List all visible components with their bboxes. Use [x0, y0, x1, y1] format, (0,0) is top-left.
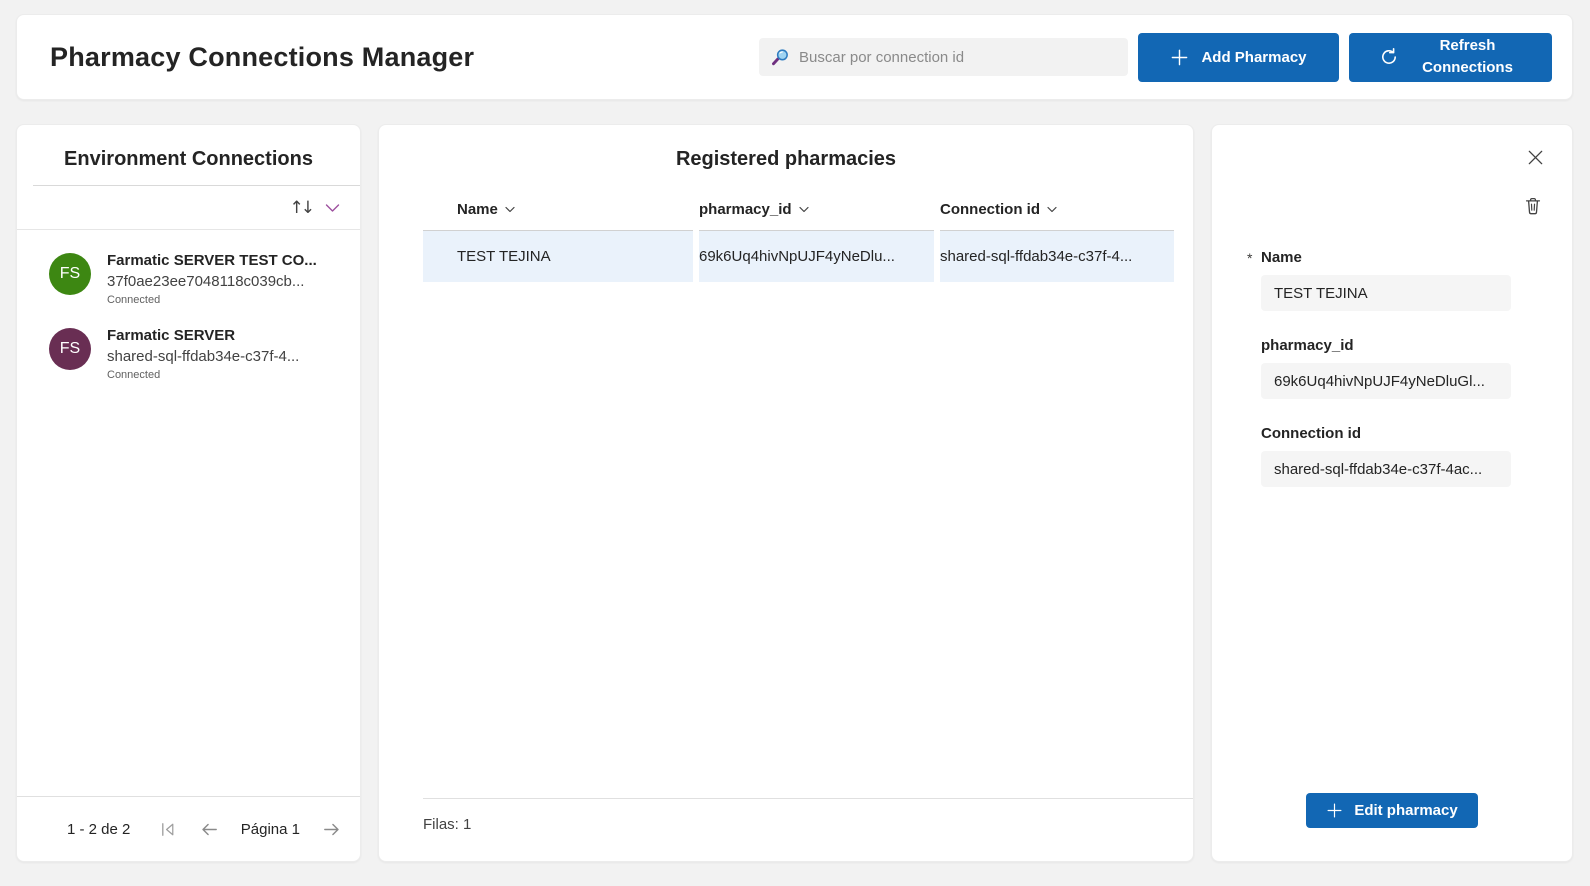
- page: Pharmacy Connections Manager Buscar por …: [0, 0, 1590, 886]
- cell-name[interactable]: TEST TEJINA: [423, 231, 693, 282]
- close-panel-button[interactable]: [1524, 146, 1547, 169]
- cell-connection-id[interactable]: shared-sql-ffdab34e-c37f-4...: [940, 231, 1174, 282]
- previous-page-button[interactable]: [197, 817, 222, 842]
- avatar: FS: [49, 328, 91, 370]
- table-row-selected[interactable]: TEST TEJINA 69k6Uq4hivNpUJF4yNeDlu... sh…: [423, 231, 1174, 282]
- close-icon: [1528, 150, 1543, 165]
- edit-pharmacy-label: Edit pharmacy: [1354, 802, 1458, 819]
- header-card: Pharmacy Connections Manager Buscar por …: [16, 14, 1573, 100]
- column-label: Connection id: [940, 200, 1040, 218]
- connection-id-field-label: Connection id: [1261, 425, 1361, 442]
- pharmacy-form: * Name pharmacy_id Connection id: [1212, 249, 1572, 487]
- column-header-pharmacy-id[interactable]: pharmacy_id: [699, 188, 934, 231]
- next-page-button[interactable]: [319, 817, 344, 842]
- connection-status: Connected: [107, 294, 161, 306]
- connections-list: FS Farmatic SERVER TEST CO... 37f0ae23ee…: [17, 230, 360, 392]
- table-header-row: Name pharmacy_id Connection id: [423, 188, 1174, 231]
- edit-pharmacy-button[interactable]: Edit pharmacy: [1306, 793, 1478, 828]
- connection-id-field[interactable]: [1261, 451, 1511, 487]
- required-marker: *: [1247, 250, 1253, 266]
- add-pharmacy-label: Add Pharmacy: [1201, 48, 1307, 66]
- connection-list-item[interactable]: FS Farmatic SERVER TEST CO... 37f0ae23ee…: [17, 242, 360, 317]
- search-input[interactable]: [799, 48, 1116, 66]
- cell-pharmacy-id[interactable]: 69k6Uq4hivNpUJF4yNeDlu...: [699, 231, 934, 282]
- refresh-connections-label: Refresh Connections: [1422, 37, 1513, 76]
- connection-id: 37f0ae23ee7048118c039cb...: [107, 273, 305, 290]
- registered-pharmacies-title: Registered pharmacies: [675, 148, 897, 170]
- sort-button[interactable]: ↑↓: [290, 198, 316, 218]
- pagination-summary: 1 - 2 de 2: [67, 820, 131, 838]
- chevron-down-icon: [505, 206, 515, 212]
- add-pharmacy-button[interactable]: Add Pharmacy: [1138, 32, 1339, 82]
- connection-list-item[interactable]: FS Farmatic SERVER shared-sql-ffdab34e-c…: [17, 317, 360, 392]
- connection-texts: Farmatic SERVER TEST CO... 37f0ae23ee704…: [107, 251, 317, 308]
- chevron-down-icon: [1047, 206, 1057, 212]
- environment-connections-panel: Environment Connections ↑↓ FS Farmatic S…: [16, 124, 361, 862]
- avatar: FS: [49, 253, 91, 295]
- name-field-label: * Name: [1247, 249, 1302, 266]
- chevron-down-icon: [798, 206, 809, 212]
- connection-name: Farmatic SERVER: [107, 327, 236, 344]
- header-actions: Add Pharmacy Refresh Connections: [759, 32, 1552, 82]
- environment-connections-title: Environment Connections: [64, 148, 313, 170]
- pagination-bar: 1 - 2 de 2 Página 1: [17, 797, 360, 861]
- page-number-label: Página 1: [240, 820, 300, 838]
- page-title: Pharmacy Connections Manager: [50, 41, 475, 72]
- connection-name: Farmatic SERVER TEST CO...: [107, 252, 317, 269]
- registered-pharmacies-panel: Registered pharmacies Name pharmacy_id C…: [378, 124, 1194, 862]
- column-header-connection-id[interactable]: Connection id: [940, 188, 1174, 231]
- connection-status: Connected: [107, 369, 161, 381]
- delete-pharmacy-button[interactable]: [1521, 194, 1545, 219]
- refresh-icon: [1379, 47, 1399, 67]
- name-field[interactable]: [1261, 275, 1511, 311]
- pharmacies-table: Name pharmacy_id Connection id TEST TEJI…: [423, 188, 1174, 282]
- connection-id: shared-sql-ffdab34e-c37f-4...: [107, 348, 300, 365]
- sort-row: ↑↓: [17, 186, 360, 229]
- pharmacy-id-field[interactable]: [1261, 363, 1511, 399]
- column-header-name[interactable]: Name: [423, 188, 693, 231]
- column-label: pharmacy_id: [699, 200, 792, 218]
- search-box[interactable]: [759, 38, 1128, 76]
- first-page-button[interactable]: [157, 818, 180, 841]
- connection-texts: Farmatic SERVER shared-sql-ffdab34e-c37f…: [107, 326, 299, 383]
- plus-icon: [1170, 48, 1189, 67]
- rows-count-label: Filas: 1: [423, 816, 472, 833]
- column-label: Name: [457, 200, 498, 218]
- main-content: Environment Connections ↑↓ FS Farmatic S…: [16, 124, 1573, 862]
- search-icon: [771, 48, 790, 67]
- trash-icon: [1525, 197, 1541, 215]
- sort-arrows-icon: ↑↓: [289, 197, 315, 218]
- plus-icon: [1326, 802, 1343, 819]
- refresh-connections-button[interactable]: Refresh Connections: [1349, 32, 1552, 82]
- sort-chevron-down-icon[interactable]: [325, 203, 340, 213]
- pharmacy-id-field-label: pharmacy_id: [1261, 337, 1354, 354]
- pharmacy-details-panel: * Name pharmacy_id Connection id: [1211, 124, 1573, 862]
